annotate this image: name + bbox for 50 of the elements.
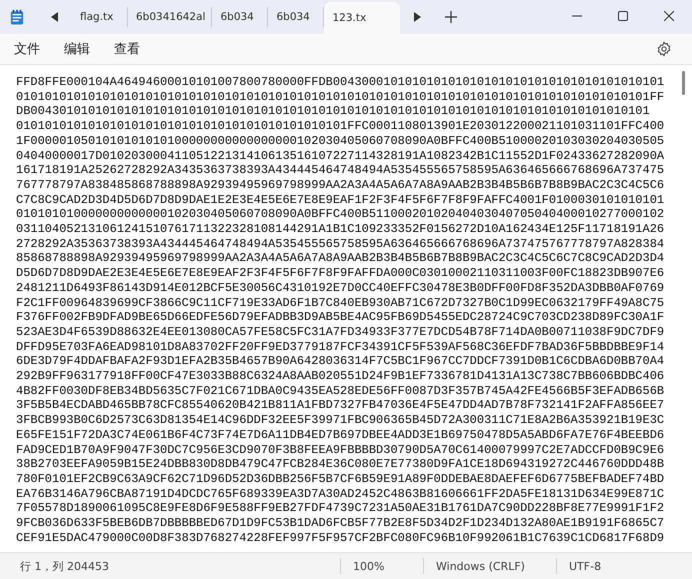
text-line: 38B2703EEFA9059B15E24DBB830D8DB479C47FCB284E36C080E7E77380D9FA1CE18D694319272C446760DDD48B [16, 457, 664, 472]
text-line: 2481211D6493F86143D914E012BCF5E30056C4310192E7D0CC40EFFC30478E3B0DFF00FD8F352DA3DBB0AF0769 [16, 280, 664, 296]
text-line: DB00430101010101010101010101010101010101010101010101010101010101010101010101010101010101 [16, 104, 650, 120]
text-line: 1F0000010501010101010100000000000000000102030405060708090A0BFFC400B51000020103030204030505 [16, 134, 664, 149]
text-line: 161718191A25262728292A3435363738393A434445464748494A535455565758595A636465666768696A737475 [16, 163, 664, 178]
text-line: 2728292A35363738393A434445464748494A535455565758595A636465666768696A737475767778797A828384 [16, 236, 664, 252]
file-tab[interactable]: 123.tx [324, 2, 400, 34]
encoding: UTF-8 [568, 560, 602, 572]
text-line: 9FCB036D633F5BEB6DB7DBBBBBED67D1D9FC53B1DAD6FCB5F77B2E8F5D34D2F1D234D132A80AE1B9191F6865C7 [16, 516, 664, 531]
text-line: 0101010101010101010101010101010101010101010101010101010101010101010101010101010101010101FF [16, 90, 664, 104]
text-line: 4B82FF0030DF8EB34BD5635C7F021C671DBA0C9435EA528EDE56FF0087D3F357B745A42FE4566B5F3EFADB656B [16, 384, 664, 398]
text-line: EA76B3146A796CBA87191D4DCDC765F689339EA3D7A30AD2452C4863B81606661FF2DA5FE18131D634E99E871C [16, 486, 664, 502]
text-line: FFD8FFE000104A46494600010101007800780000FFDB0043000101010101010101010101010101010101010101 [16, 75, 664, 90]
text-line: 010101010000000000000102030405060708090A0BFFC400B51100020102040403040705040400010277000102 [16, 207, 664, 222]
text-line: 85868788898A92939495969798999AA2A3A4A5A6A7A8A9AAB2B3B4B5B6B7B8B9BAC2C3C4C5C6C7C8C9CAD2D3D4 [16, 251, 664, 266]
text-line: 031104052131061241510761711322328108144291A1B1C109233352F0156272D10A162434E125F11718191A26 [16, 222, 664, 237]
menu-item[interactable]: 查看 [106, 37, 148, 61]
text-line: DFFD95E703FA6EAD98101D8A83702FF20FF9ED3779187FCF34391CF5F539AF568C36EFDF7BAD36F5BBDBBE9F14 [16, 340, 664, 354]
text-line: FAD9CED1B70A9F9047F30DC7C956E3CD9070F3B8FEEA9FBBBBD30790D5A70C61400079997C2E7ADCCFD0B9C9E6 [16, 442, 664, 458]
file-tab[interactable]: 6b034 [212, 7, 268, 27]
text-line: D5D6D7D8D9DAE2E3E4E5E6E7E8E9EAF2F3F4F5F6F7F8F9FAFFDA000C03010002110311003F00FC18823DB907E6 [16, 266, 664, 281]
settings-icon[interactable] [656, 41, 672, 57]
maximize-icon[interactable] [618, 11, 628, 21]
notepad-icon [10, 8, 24, 26]
text-line: 523AE3D4F6539D88632E4EE013080CA57FE58C5FC31A7FD34933F377E7DCD54B78F714DA0B00711038F9DC7DF9 [16, 324, 664, 340]
close-icon[interactable] [664, 11, 674, 21]
text-line: CEF91E5DAC479000C00D8F383D768274228FEF997F5F957CF2BFC080FC96B10F992061B1C7639C1CD6817F68D9 [16, 530, 664, 546]
cursor-position: 行 1，列 204453 [19, 558, 110, 574]
text-line: 0101010101010101010101010101010101010101010101FFC0001108013901E203012200021101031101FFC400 [16, 119, 664, 134]
plus-icon[interactable] [445, 11, 458, 23]
text-line: E65FE151F72DA3C74E061B6F4C73F74E7D6A11DB4ED7B697DBEE4ADD3E1B69750478D5A5ABD6FA7E76F4BEEBD6 [16, 428, 664, 443]
zoom-level: 100% [352, 560, 386, 572]
file-tab[interactable]: flag.tx [72, 7, 128, 27]
text-line: 3F5B5B4ECDABD465BB78CFC85540620B421B811A1FBD7327FB47036E4F5E47DD4AD7B78F732141F2AFFA856EE7 [16, 398, 664, 414]
text-line: 7F05578D1890061095C8E9FE8D6F9E588FF9EB27FDF4739C7231A50AE31B1761DA7C90DD228BF8E77E9991F1F2 [16, 501, 664, 516]
text-line: 3FBCB993B0C6D2573C63D81354E14C96DDF32EE5F39971FBC906365B45D72A300311C71E8A2B6A353921B19E3C [16, 413, 664, 428]
menu-item[interactable]: 文件 [6, 37, 48, 61]
scroll-right-icon[interactable] [413, 12, 422, 22]
text-line: 780F0101EF2CB9C63A9CF62C71D96D52D36DBB256F5B7CF6B59E91A89F0DDEBAE8DAEFEF6D6775BEFBADEF74BD [16, 472, 664, 487]
line-ending: Windows (CRLF) [435, 560, 526, 572]
menu-item[interactable]: 编辑 [56, 37, 98, 61]
text-line: F2C1FF00964839699CF3866C9C11CF719E33AD6F1B7C840EB930AB71C672D7327B0C1D99EC0632179FF49A8C75 [16, 296, 664, 310]
text-line: 767778797A838485868788898A92939495969798999AA2A3A4A5A6A7A8A9AAB2B3B4B5B6B7B8B9BAC2C3C4C5C6 [16, 178, 664, 193]
text-line: 292B9FF963177918FF00CF47E3033B88C6324A8AAB020551D24F9B1EF7336781D4131A13C738C7BB606BDBC406 [16, 369, 664, 384]
text-line: 6DE3D79F4DDAFBAFA2F93D1EFA2B35B4657B90A6428036314F7C5BC1F967CC7DDCF7391D0B1C6CDBA6D0BB70A4 [16, 354, 664, 370]
scroll-left-icon[interactable] [51, 12, 59, 22]
file-tab[interactable]: 6b0341642al [128, 7, 212, 27]
text-line: 04040000017D01020300041105122131410613516107227114328191A1082342B1C11552D1F02433627282090A [16, 148, 664, 164]
text-line: C7C8C9CAD2D3D4D5D6D7D8D9DAE1E2E3E4E5E6E7E8E9EAF1F2F3F4F5F6F7F8F9FAFFC4001F0100030101010101 [16, 192, 664, 208]
text-line: F376FF002FB9DFAD9BE65D66EDFE56D79EFADBB3D9AB5BE4AC95FB69D5455EDC28724C9C703CD238D89FC30A1F [16, 310, 664, 325]
